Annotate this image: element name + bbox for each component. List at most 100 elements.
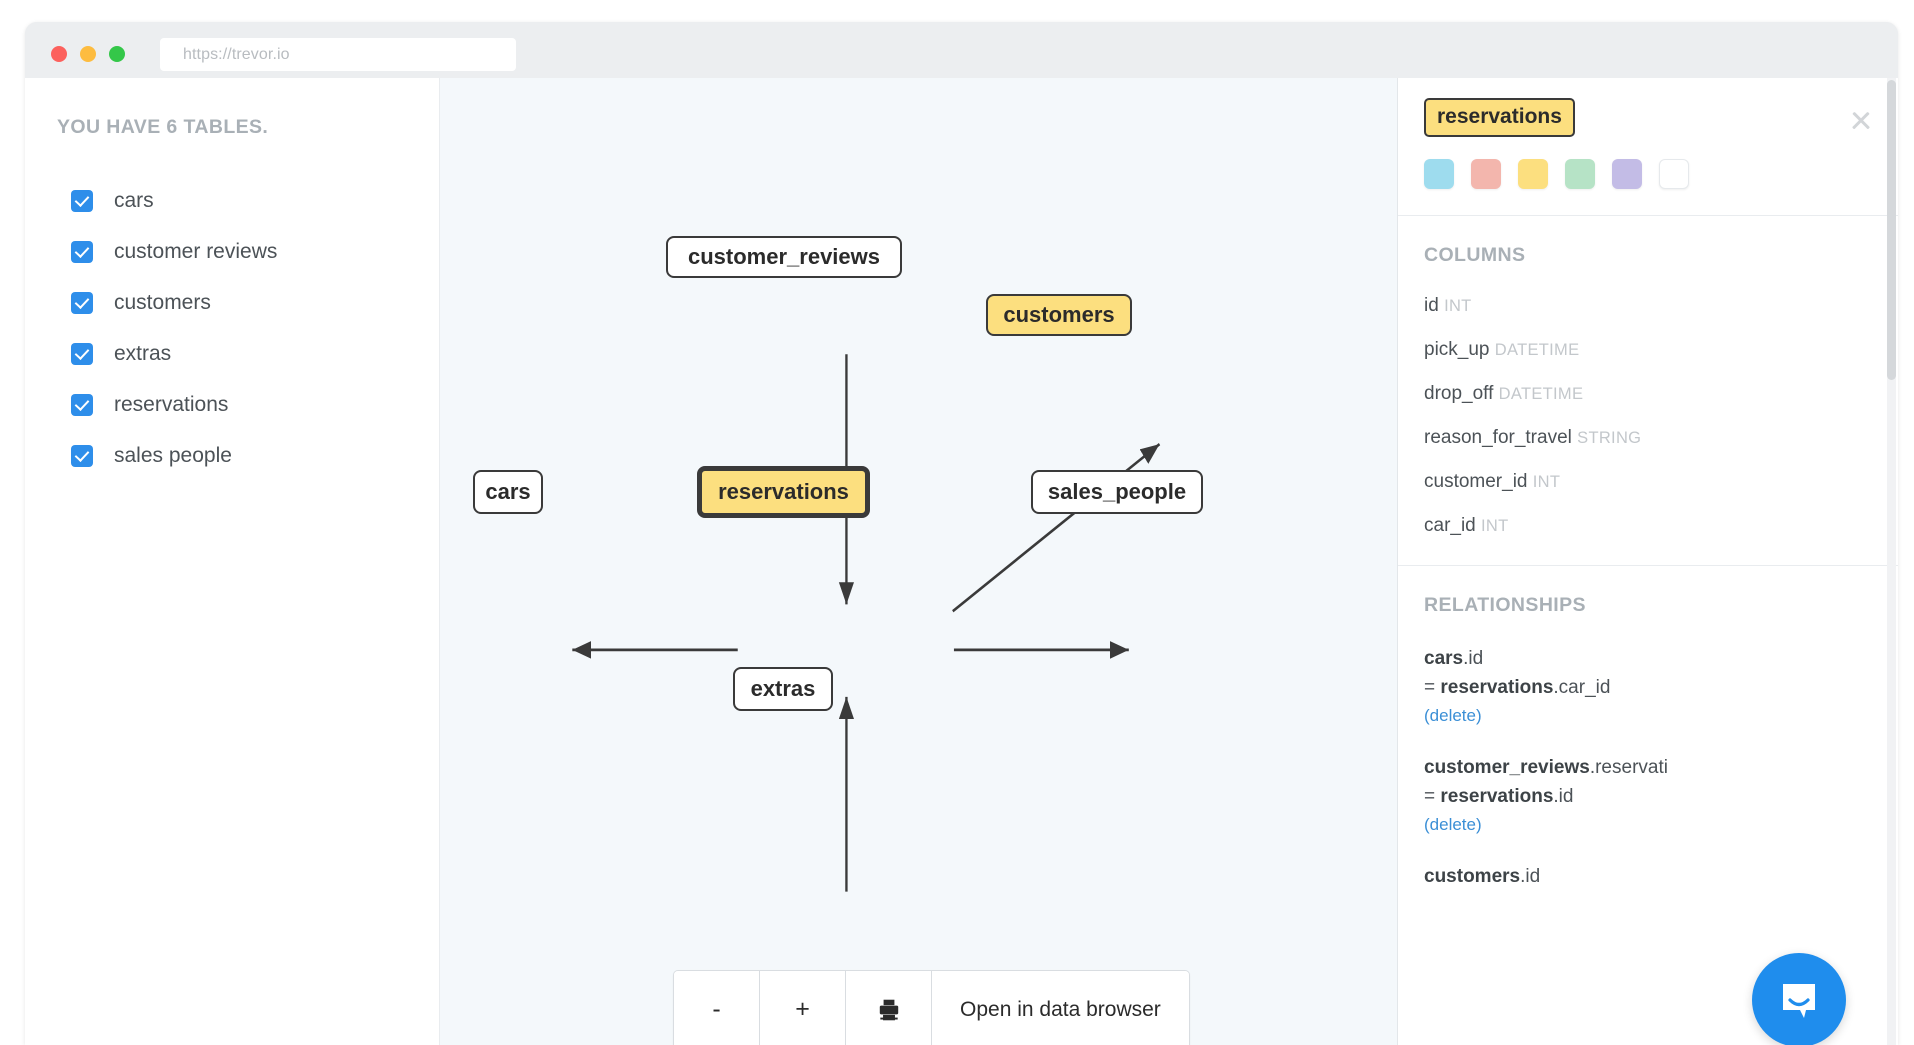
- erd-node-label: sales_people: [1047, 479, 1187, 504]
- tables-sidebar: YOU HAVE 6 TABLES. cars customer reviews…: [25, 78, 440, 1045]
- sidebar-item-label: extras: [114, 341, 172, 365]
- column-row: reason_for_travel STRING: [1424, 427, 1872, 449]
- detail-header: reservations: [1398, 78, 1898, 216]
- relationship-right: = reservations.id: [1424, 785, 1574, 807]
- relationship-left: customer_reviews.reservati: [1424, 754, 1872, 783]
- column-row: car_id INT: [1424, 515, 1872, 537]
- color-swatch-yellow[interactable]: [1518, 159, 1548, 189]
- column-row: drop_off DATETIME: [1424, 383, 1872, 405]
- sidebar-item-label: sales people: [114, 443, 232, 467]
- relationships-title: RELATIONSHIPS: [1424, 594, 1586, 616]
- column-name: id: [1424, 295, 1439, 316]
- sidebar-item-customers[interactable]: customers: [71, 277, 439, 328]
- browser-titlebar: https://trevor.io: [25, 22, 1898, 84]
- columns-title: COLUMNS: [1424, 244, 1526, 266]
- color-swatch-green[interactable]: [1565, 159, 1595, 189]
- relationship-row: cars.id = reservations.car_id (delete): [1424, 645, 1872, 726]
- checkbox-sales-people[interactable]: [71, 444, 93, 467]
- column-name: pick_up: [1424, 339, 1490, 360]
- erd-node-sales-people[interactable]: sales_people: [1031, 470, 1203, 514]
- column-row: pick_up DATETIME: [1424, 339, 1872, 361]
- erd-node-customers[interactable]: customers: [986, 294, 1132, 336]
- relationships-section: RELATIONSHIPS cars.id = reservations.car…: [1398, 566, 1898, 943]
- print-icon: [879, 999, 898, 1020]
- open-in-data-browser-button[interactable]: Open in data browser: [932, 971, 1189, 1045]
- color-swatch-purple[interactable]: [1612, 159, 1642, 189]
- sidebar-item-label: reservations: [114, 392, 229, 416]
- sidebar-item-extras[interactable]: extras: [71, 328, 439, 379]
- erd-node-label: reservations: [718, 479, 849, 504]
- color-swatch-white[interactable]: [1659, 159, 1689, 189]
- sidebar-item-label: customers: [114, 290, 211, 314]
- erd-edges: [572, 354, 1161, 892]
- page-body: YOU HAVE 6 TABLES. cars customer reviews…: [25, 78, 1898, 1045]
- column-type: DATETIME: [1494, 341, 1580, 359]
- color-swatches: [1424, 159, 1872, 189]
- erd-node-label: customer_reviews: [688, 244, 880, 269]
- sidebar-item-cars[interactable]: cars: [71, 175, 439, 226]
- column-row: id INT: [1424, 295, 1872, 317]
- checkbox-customers[interactable]: [71, 291, 93, 314]
- maximize-window-button[interactable]: [109, 46, 125, 62]
- relationship-right-table: reservations: [1440, 676, 1554, 698]
- column-name: customer_id: [1424, 471, 1528, 492]
- sidebar-item-customer-reviews[interactable]: customer reviews: [71, 226, 439, 277]
- column-type: INT: [1532, 473, 1561, 491]
- detail-scrollbar-thumb[interactable]: [1887, 80, 1896, 380]
- close-panel-icon[interactable]: [1848, 108, 1874, 134]
- sidebar-item-sales-people[interactable]: sales people: [71, 430, 439, 481]
- columns-section: COLUMNS id INT pick_up DATETIME drop_off…: [1398, 216, 1898, 566]
- chat-bubble-icon: [1783, 984, 1815, 1018]
- minimize-window-button[interactable]: [80, 46, 96, 62]
- zoom-in-button[interactable]: +: [760, 971, 846, 1045]
- erd-node-reservations[interactable]: reservations: [697, 466, 870, 518]
- relationship-left-column: .id: [1520, 865, 1541, 887]
- erd-node-cars[interactable]: cars: [473, 470, 543, 514]
- traffic-lights: [51, 46, 125, 62]
- close-window-button[interactable]: [51, 46, 67, 62]
- url-bar[interactable]: https://trevor.io: [159, 37, 517, 72]
- relationship-left: customers.id: [1424, 863, 1872, 892]
- relationship-right-table: reservations: [1440, 785, 1554, 807]
- erd-node-label: customers: [1003, 302, 1115, 327]
- checkbox-extras[interactable]: [71, 342, 93, 365]
- sidebar-item-reservations[interactable]: reservations: [71, 379, 439, 430]
- checkbox-cars[interactable]: [71, 189, 93, 212]
- table-list: cars customer reviews customers extras r…: [25, 175, 439, 481]
- column-type: STRING: [1577, 429, 1642, 447]
- chat-launcher-button[interactable]: [1752, 953, 1846, 1045]
- relationship-left-table: customers: [1424, 865, 1521, 887]
- relationship-left-column: .id: [1463, 648, 1484, 669]
- delete-relationship-link[interactable]: (delete): [1424, 815, 1872, 835]
- column-row: customer_id INT: [1424, 471, 1872, 493]
- column-type: INT: [1444, 297, 1472, 315]
- table-detail-panel: reservations COLUMNS id INT pick_up DATE…: [1398, 78, 1898, 1045]
- relationship-left-table: cars: [1424, 648, 1464, 669]
- checkbox-customer-reviews[interactable]: [71, 240, 93, 263]
- detail-scrollbar[interactable]: [1887, 78, 1896, 1045]
- column-type: INT: [1481, 517, 1509, 535]
- canvas-toolbar: - + Open in data browser: [673, 970, 1190, 1045]
- zoom-out-button[interactable]: -: [674, 971, 760, 1045]
- relationship-right-column: .car_id: [1553, 676, 1611, 698]
- column-type: DATETIME: [1498, 385, 1584, 403]
- print-button[interactable]: [846, 971, 932, 1045]
- detail-table-badge[interactable]: reservations: [1424, 98, 1575, 137]
- relationship-row: customers.id: [1424, 863, 1872, 892]
- erd-canvas[interactable]: customer_reviews customers cars reservat…: [440, 78, 1398, 1045]
- relationship-left-column: .reservati: [1589, 756, 1668, 778]
- sidebar-item-label: customer reviews: [114, 239, 278, 263]
- erd-node-customer-reviews[interactable]: customer_reviews: [666, 236, 902, 278]
- relationship-left-table: customer_reviews: [1424, 756, 1590, 778]
- column-name: drop_off: [1424, 383, 1494, 404]
- erd-node-label: extras: [750, 676, 816, 701]
- checkbox-reservations[interactable]: [71, 393, 93, 416]
- erd-node-extras[interactable]: extras: [733, 667, 833, 711]
- delete-relationship-link[interactable]: (delete): [1424, 706, 1872, 726]
- column-name: reason_for_travel: [1424, 427, 1572, 448]
- color-swatch-salmon[interactable]: [1471, 159, 1501, 189]
- relationship-row: customer_reviews.reservati = reservation…: [1424, 754, 1872, 835]
- erd-node-label: cars: [485, 479, 531, 504]
- relationship-right: = reservations.car_id: [1424, 676, 1611, 698]
- color-swatch-blue[interactable]: [1424, 159, 1454, 189]
